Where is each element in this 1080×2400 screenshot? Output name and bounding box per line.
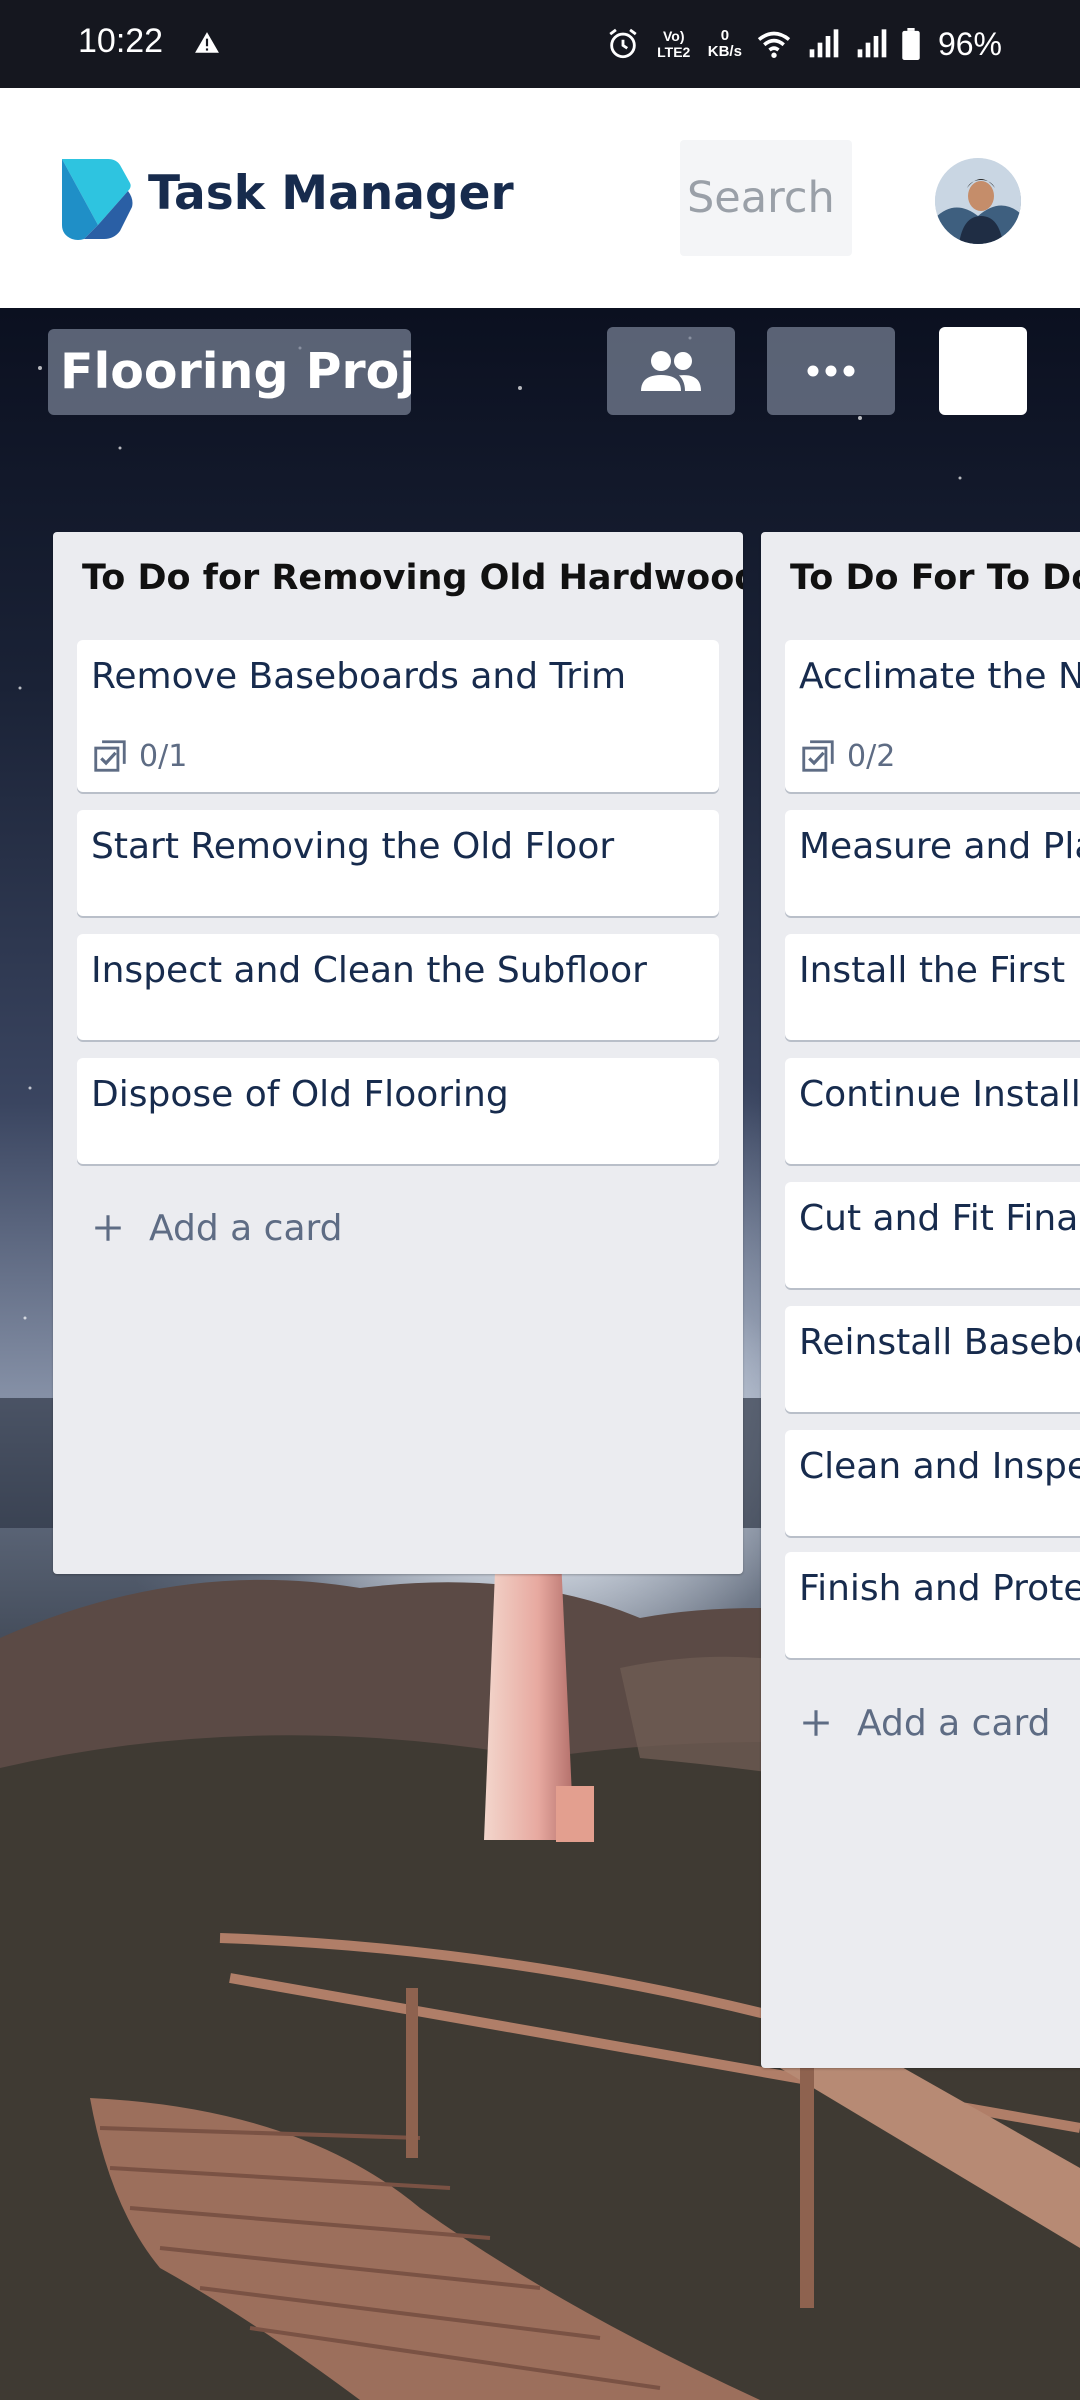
card-title: Remove Baseboards and Trim	[91, 656, 627, 697]
add-card-button[interactable]: Add a card	[799, 1693, 1051, 1753]
card[interactable]: Finish and Protect	[785, 1552, 1080, 1658]
card[interactable]: Start Removing the Old Floor	[77, 810, 719, 916]
status-bar: 10:22 Vo) LTE2 0 KB/s 96%	[0, 0, 1080, 88]
battery-percent: 96%	[937, 25, 1002, 62]
card[interactable]: Clean and Inspect	[785, 1430, 1080, 1536]
avatar-image	[935, 158, 1021, 244]
checklist-count: 0/2	[847, 738, 896, 774]
list-removing-old-floors: To Do for Removing Old Hardwood Floors R…	[53, 532, 743, 1574]
card[interactable]: Continue Installing Rows	[785, 1058, 1080, 1164]
list-title[interactable]: To Do for Removing Old Hardwood Floors	[82, 558, 743, 598]
card-title: Cut and Fit Final Row	[799, 1198, 1080, 1239]
add-card-label: Add a card	[149, 1207, 343, 1249]
volte-indicator: Vo) LTE2	[657, 28, 691, 60]
checklist-icon	[94, 740, 126, 772]
people-icon	[641, 351, 701, 391]
status-time: 10:22	[78, 22, 164, 60]
signal-icon-2	[857, 29, 887, 58]
card-title: Start Removing the Old Floor	[91, 826, 615, 867]
checklist-icon	[802, 740, 834, 772]
board-title[interactable]: Flooring Proj…	[48, 329, 411, 415]
app-title: Task Manager	[148, 166, 514, 221]
search-input[interactable]	[680, 140, 852, 256]
board-members-button[interactable]	[607, 327, 735, 415]
alarm-icon	[609, 28, 637, 59]
add-card-button[interactable]: Add a card	[91, 1198, 343, 1258]
card-title: Inspect and Clean the Subfloor	[91, 950, 647, 991]
card-title: Dispose of Old Flooring	[91, 1074, 509, 1115]
card-title: Acclimate the New Flooring	[799, 656, 1080, 697]
signal-icon-1	[809, 29, 839, 58]
card[interactable]: Acclimate the New Flooring 0/2	[785, 640, 1080, 792]
checklist-badge: 0/1	[91, 736, 187, 776]
app-header: Task Manager	[0, 88, 1080, 308]
board-action-button[interactable]	[939, 327, 1027, 415]
net-speed-value: 0	[720, 27, 730, 44]
board-menu-button[interactable]	[767, 327, 895, 415]
card[interactable]: Install the First Row	[785, 934, 1080, 1040]
card[interactable]: Reinstall Baseboards	[785, 1306, 1080, 1412]
battery-icon	[902, 28, 920, 60]
card[interactable]: Cut and Fit Final Row	[785, 1182, 1080, 1288]
card-title: Measure and Plan Layout	[799, 826, 1080, 867]
card[interactable]: Remove Baseboards and Trim 0/1	[77, 640, 719, 792]
card[interactable]: Measure and Plan Layout	[785, 810, 1080, 916]
add-card-label: Add a card	[857, 1702, 1051, 1744]
more-horizontal-icon	[807, 365, 855, 377]
checklist-count: 0/1	[139, 738, 188, 774]
card-title: Continue Installing Rows	[799, 1074, 1080, 1115]
net-speed: 0 KB/s	[708, 28, 742, 60]
card-title: Finish and Protect	[799, 1568, 1080, 1609]
net-speed-unit: KB/s	[707, 43, 742, 60]
checklist-badge: 0/2	[799, 736, 895, 776]
wifi-icon	[757, 31, 791, 58]
board-area[interactable]: Flooring Proj… To Do for Removing Old Ha…	[0, 308, 1080, 2400]
list-installing-new-floors: To Do For To Do for Installing New Floor…	[761, 532, 1080, 2068]
card-title: Clean and Inspect	[799, 1446, 1080, 1487]
user-avatar[interactable]	[935, 158, 1021, 244]
card-title: Install the First Row	[799, 950, 1080, 991]
list-title[interactable]: To Do For To Do for Installing New Floor…	[790, 558, 1080, 598]
status-icons: Vo) LTE2 0 KB/s 96%	[606, 18, 1002, 70]
warning-icon	[195, 32, 219, 53]
app-logo-icon	[62, 159, 133, 240]
search-box[interactable]	[680, 140, 852, 256]
card-title: Reinstall Baseboards	[799, 1322, 1080, 1363]
card[interactable]: Inspect and Clean the Subfloor	[77, 934, 719, 1040]
plus-icon	[803, 1710, 829, 1736]
plus-icon	[95, 1215, 121, 1241]
card[interactable]: Dispose of Old Flooring	[77, 1058, 719, 1164]
